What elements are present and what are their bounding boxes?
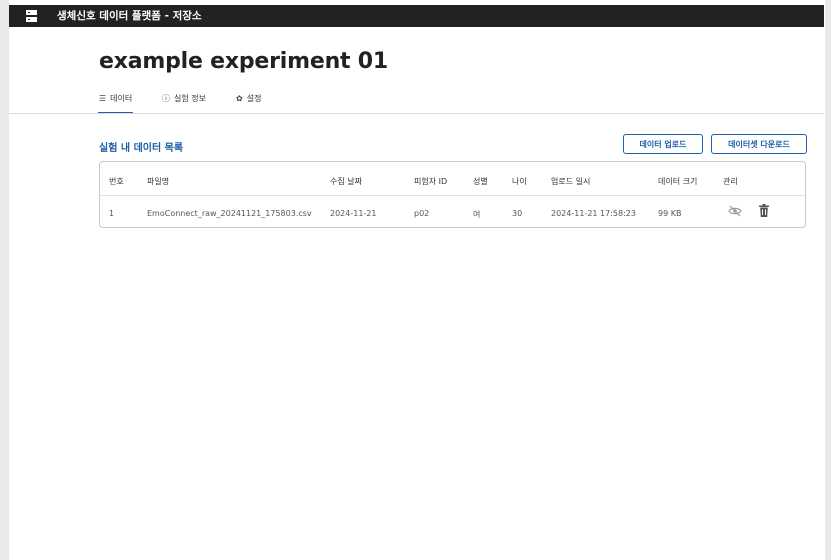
tab-settings[interactable]: ✿ 설정 (236, 92, 261, 112)
column-header-actions: 관리 (723, 177, 738, 186)
column-header-uploaded: 업로드 일시 (551, 177, 591, 186)
column-header-gender: 성별 (473, 177, 488, 186)
info-icon: ⓘ (162, 94, 170, 103)
cell-filename[interactable]: EmoConnect_raw_20241121_175803.csv (147, 209, 312, 218)
tab-experiment-info[interactable]: ⓘ 실험 정보 (162, 92, 206, 112)
data-table: 번호 파일명 수집 날짜 피험자 ID 성별 나이 업로드 일시 데이터 크기 … (99, 161, 806, 228)
trash-icon[interactable] (759, 204, 769, 217)
tab-data[interactable]: ☰ 데이터 (97, 92, 134, 114)
column-header-size: 데이터 크기 (658, 177, 698, 186)
upload-data-button[interactable]: 데이터 업로드 (623, 134, 703, 154)
cell-subject-id: p02 (414, 209, 430, 218)
tabs-divider (9, 113, 824, 114)
cell-date: 2024-11-21 (330, 209, 377, 218)
eye-off-icon[interactable] (728, 205, 742, 217)
list-icon: ☰ (99, 94, 107, 103)
header-divider (100, 195, 805, 196)
gear-icon: ✿ (236, 94, 243, 103)
column-header-subject-id: 피험자 ID (414, 177, 448, 186)
top-app-bar: 생체신호 데이터 플랫폼 - 저장소 (9, 5, 824, 27)
server-icon (26, 10, 37, 22)
window-frame-left (0, 0, 9, 560)
section-title: 실험 내 데이터 목록 (99, 143, 184, 154)
column-header-date: 수집 날짜 (330, 177, 362, 186)
download-dataset-button[interactable]: 데이터셋 다운로드 (711, 134, 807, 154)
cell-size: 99 KB (658, 209, 682, 218)
column-header-filename: 파일명 (147, 177, 170, 186)
page-title: example experiment 01 (99, 49, 389, 74)
column-header-number: 번호 (109, 177, 124, 186)
cell-gender: 여 (473, 210, 481, 219)
tab-label: 데이터 (110, 94, 133, 103)
app-title: 생체신호 데이터 플랫폼 - 저장소 (57, 10, 202, 22)
tab-label: 실험 정보 (174, 94, 206, 103)
column-header-age: 나이 (512, 177, 527, 186)
window-frame-right (825, 0, 831, 560)
cell-age: 30 (512, 209, 523, 218)
cell-number: 1 (109, 209, 115, 218)
cell-uploaded: 2024-11-21 17:58:23 (551, 209, 636, 218)
tab-label: 설정 (246, 94, 262, 103)
